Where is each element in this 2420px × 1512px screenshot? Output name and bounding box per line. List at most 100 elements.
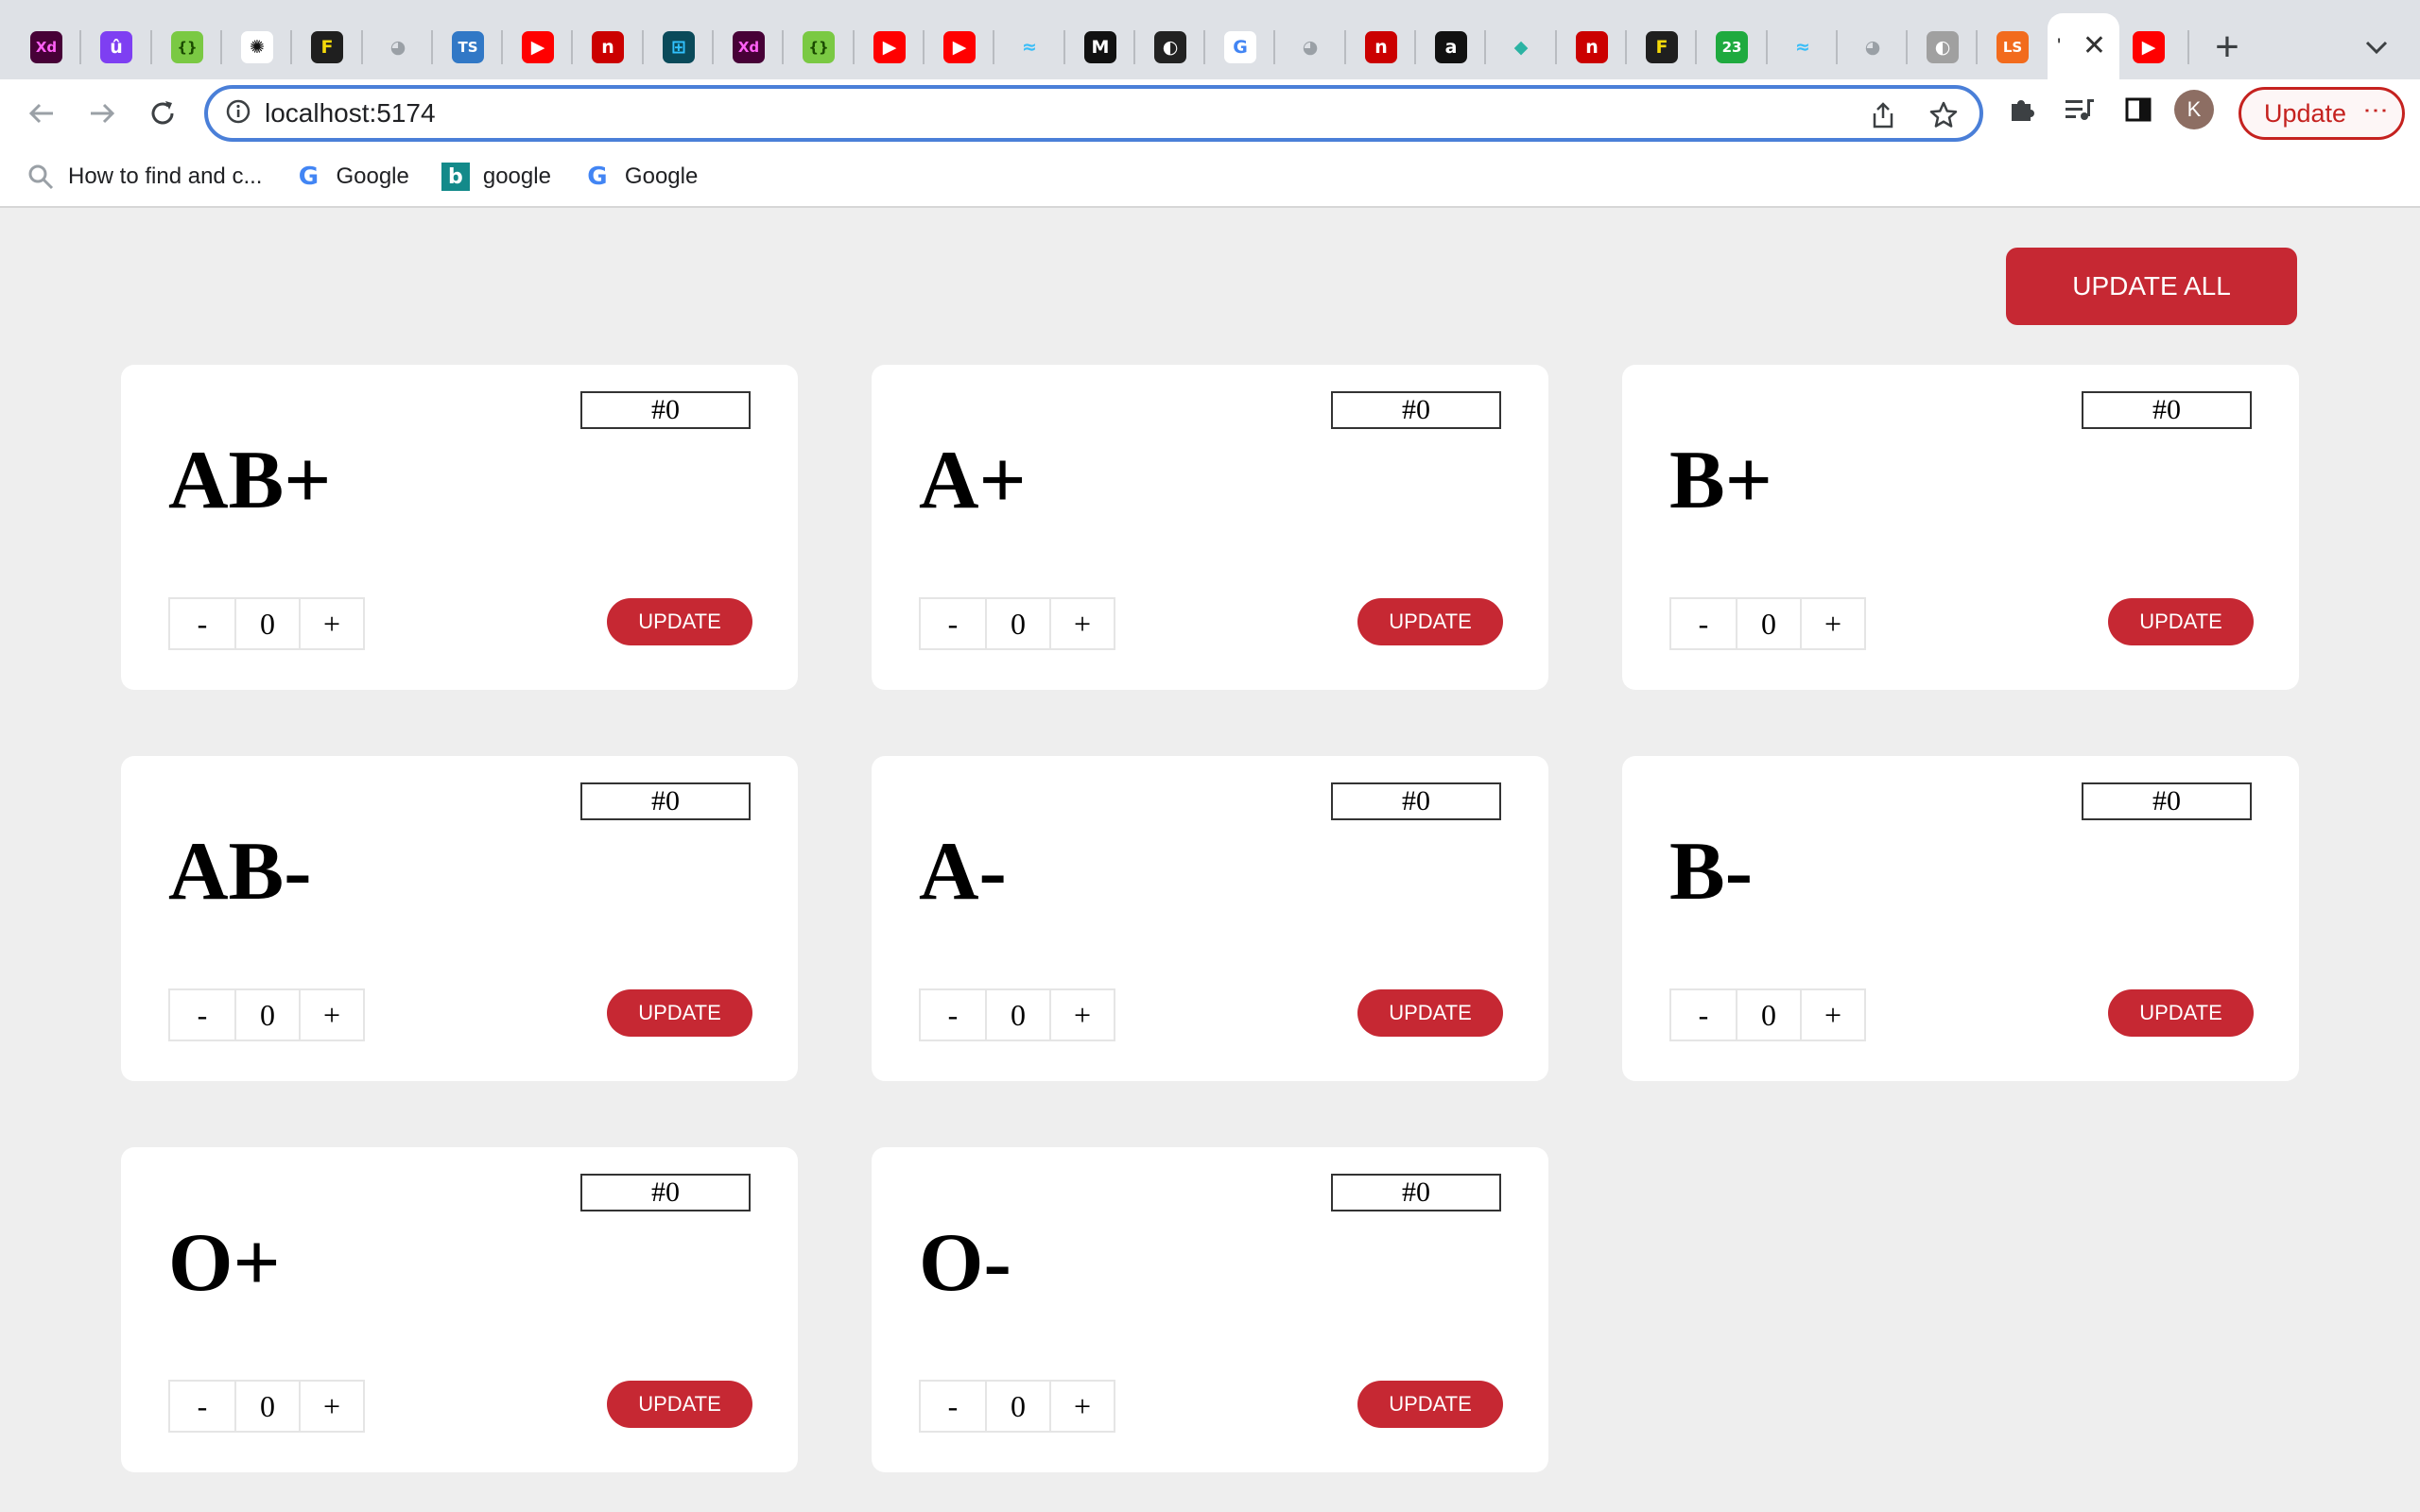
increment-button[interactable]: + — [1800, 599, 1864, 648]
bookmark-item[interactable]: b google — [441, 163, 551, 191]
typescript-icon: TS — [452, 31, 484, 63]
quantity-value[interactable]: 0 — [1736, 599, 1800, 648]
browser-tab[interactable]: ✺ — [222, 21, 292, 74]
browser-tab[interactable]: F — [292, 21, 362, 74]
diagram-icon: ⊞ — [663, 31, 695, 63]
close-tab-icon[interactable]: ✕ — [2083, 32, 2106, 60]
stock-badge: #0 — [580, 1174, 751, 1211]
decrement-button[interactable]: - — [921, 990, 985, 1040]
back-arrow-icon[interactable] — [15, 87, 68, 140]
browser-tab[interactable]: ⊞ — [644, 21, 714, 74]
blood-group-card: #0 A+ -0 + UPDATE — [872, 365, 1548, 690]
bookmark-item[interactable]: How to find and c... — [26, 163, 262, 191]
increment-button[interactable]: + — [1800, 990, 1864, 1040]
quantity-value[interactable]: 0 — [234, 990, 299, 1040]
quantity-stepper: -0 + — [919, 988, 1115, 1041]
browser-tab[interactable]: Xd — [714, 21, 784, 74]
ls-icon: LS — [1996, 31, 2029, 63]
decrement-button[interactable]: - — [170, 1382, 234, 1431]
quantity-value[interactable]: 0 — [985, 1382, 1049, 1431]
increment-button[interactable]: + — [1049, 599, 1114, 648]
media-playlist-icon[interactable] — [2057, 87, 2102, 132]
update-button[interactable]: UPDATE — [607, 598, 752, 645]
increment-button[interactable]: + — [1049, 1382, 1114, 1431]
f-icon: F — [1646, 31, 1678, 63]
browser-tab[interactable]: û — [81, 21, 151, 74]
google-icon: G — [587, 163, 608, 191]
browser-tab[interactable]: LS — [1978, 21, 2048, 74]
browser-tab[interactable]: ◕ — [1838, 21, 1908, 74]
blood-group-card: #0 O- -0 + UPDATE — [872, 1147, 1548, 1472]
google-icon: G — [298, 163, 320, 191]
update-button[interactable]: UPDATE — [1357, 989, 1503, 1037]
more-vert-icon[interactable]: ⋮ — [2362, 98, 2391, 121]
browser-tab[interactable]: ▶ — [855, 21, 925, 74]
browser-tab[interactable]: Xd — [11, 21, 81, 74]
increment-button[interactable]: + — [299, 599, 363, 648]
browser-tab[interactable]: ◕ — [363, 21, 433, 74]
increment-button[interactable]: + — [299, 990, 363, 1040]
update-button[interactable]: UPDATE — [1357, 1381, 1503, 1428]
decrement-button[interactable]: - — [170, 990, 234, 1040]
bookmark-item[interactable]: G Google — [294, 163, 409, 191]
side-panel-icon[interactable] — [2116, 87, 2161, 132]
active-tab[interactable]: ' ✕ — [2048, 13, 2119, 79]
quantity-value[interactable]: 0 — [1736, 990, 1800, 1040]
share-icon[interactable] — [1860, 93, 1906, 138]
browser-tab[interactable]: ◆ — [1486, 21, 1556, 74]
browser-tab[interactable]: ◐ — [1908, 21, 1978, 74]
update-button[interactable]: UPDATE — [607, 1381, 752, 1428]
tailwind-icon: ≈ — [1787, 31, 1819, 63]
browser-tab[interactable]: a — [1416, 21, 1486, 74]
browser-tab[interactable]: M — [1065, 21, 1135, 74]
increment-button[interactable]: + — [299, 1382, 363, 1431]
update-button[interactable]: UPDATE — [2108, 989, 2254, 1037]
address-bar[interactable]: localhost:5174 — [204, 85, 1983, 142]
browser-tab[interactable]: 23 — [1697, 21, 1767, 74]
increment-button[interactable]: + — [1049, 990, 1114, 1040]
blood-group-title: B+ — [1669, 435, 1772, 526]
new-tab-plus-icon[interactable]: + — [2201, 21, 2254, 74]
decrement-button[interactable]: - — [921, 1382, 985, 1431]
browser-tab[interactable]: ▶ — [925, 21, 994, 74]
decrement-button[interactable]: - — [921, 599, 985, 648]
chrome-update-button[interactable]: Update ⋮ — [2238, 87, 2405, 140]
google-icon: G — [1224, 31, 1256, 63]
quantity-value[interactable]: 0 — [234, 599, 299, 648]
update-button[interactable]: UPDATE — [607, 989, 752, 1037]
bookmark-item[interactable]: G Google — [583, 163, 698, 191]
decrement-button[interactable]: - — [1671, 599, 1736, 648]
bookmark-label: Google — [624, 163, 699, 189]
chevron-down-icon[interactable] — [2350, 21, 2403, 74]
stock-badge: #0 — [1331, 391, 1501, 429]
browser-tab[interactable]: ▶ — [2114, 21, 2184, 74]
update-button[interactable]: UPDATE — [1357, 598, 1503, 645]
quantity-value[interactable]: 0 — [985, 990, 1049, 1040]
decrement-button[interactable]: - — [1671, 990, 1736, 1040]
update-all-button[interactable]: UPDATE ALL — [2006, 248, 2297, 325]
update-button[interactable]: UPDATE — [2108, 598, 2254, 645]
browser-tab[interactable]: ◕ — [1275, 21, 1345, 74]
browser-tab[interactable]: G — [1205, 21, 1275, 74]
site-info-icon[interactable] — [225, 98, 251, 129]
quantity-value[interactable]: 0 — [985, 599, 1049, 648]
bookmark-star-icon[interactable] — [1921, 93, 1966, 138]
quantity-value[interactable]: 0 — [234, 1382, 299, 1431]
browser-tab[interactable]: ◐ — [1135, 21, 1205, 74]
forward-arrow-icon[interactable] — [76, 87, 129, 140]
browser-tab[interactable]: n — [1346, 21, 1416, 74]
extensions-puzzle-icon[interactable] — [1998, 87, 2044, 132]
browser-tab[interactable]: TS — [433, 21, 503, 74]
browser-tab[interactable]: {} — [152, 21, 222, 74]
browser-tab[interactable]: n — [1557, 21, 1627, 74]
profile-avatar[interactable]: K — [2174, 90, 2214, 129]
decrement-button[interactable]: - — [170, 599, 234, 648]
browser-tab[interactable]: ≈ — [1768, 21, 1838, 74]
browser-tab[interactable]: ≈ — [994, 21, 1064, 74]
browser-tab[interactable]: n — [573, 21, 643, 74]
reload-icon[interactable] — [136, 87, 189, 140]
search-icon — [26, 163, 55, 191]
browser-tab[interactable]: F — [1627, 21, 1697, 74]
browser-tab[interactable]: ▶ — [503, 21, 573, 74]
browser-tab[interactable]: {} — [784, 21, 854, 74]
